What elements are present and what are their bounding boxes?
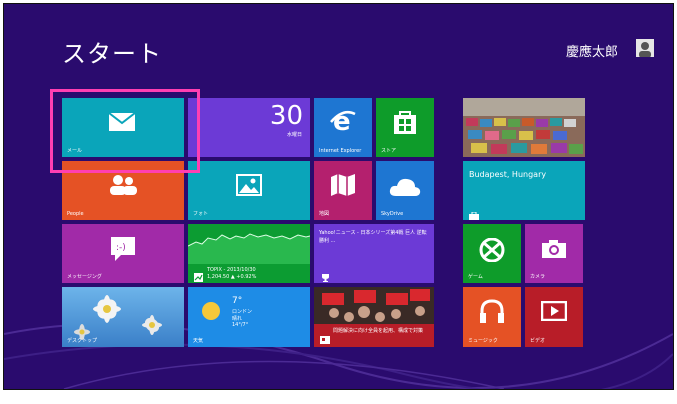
cloud-icon	[389, 177, 421, 201]
suitcase-icon	[469, 205, 479, 220]
tile-label: ゲーム	[468, 274, 483, 280]
camera-icon	[541, 239, 567, 263]
tile-weather[interactable]: 7° ロンドン 晴れ 14°/7° 天気	[188, 287, 310, 347]
tile-label: デスクトップ	[67, 338, 98, 344]
tile-travel[interactable]: Budapest, Hungary	[463, 161, 585, 220]
tile-video[interactable]: ビデオ	[525, 287, 583, 347]
tile-calendar[interactable]: 30 水曜日	[188, 98, 310, 157]
tile-label: ビデオ	[530, 338, 546, 344]
tile-label: Internet Explorer	[319, 148, 362, 154]
tile-skydrive[interactable]: SkyDrive	[376, 161, 434, 220]
tile-label: フォト	[193, 211, 209, 217]
tile-label: SkyDrive	[381, 211, 404, 217]
sports-news-text: Yahoo!ニュース - 日本シリーズ第4戦 巨人 逆転勝利 ...	[319, 230, 427, 244]
svg-text::-): :-)	[116, 243, 126, 253]
trophy-icon	[321, 267, 330, 283]
tile-photos[interactable]: フォト	[188, 161, 310, 220]
tile-photo-mosaic[interactable]	[463, 98, 585, 157]
weather-range: 14°/7°	[232, 322, 249, 328]
calendar-weekday: 水曜日	[286, 132, 302, 138]
start-title: スタート	[62, 40, 162, 68]
xbox-icon	[478, 237, 506, 266]
tile-label: ストア	[381, 148, 397, 154]
user-name[interactable]: 慶應太郎	[566, 41, 618, 60]
store-bag-icon	[393, 109, 417, 139]
news-photo-image	[314, 287, 434, 324]
tile-store[interactable]: ストア	[376, 98, 434, 157]
photo-icon	[236, 174, 262, 200]
finance-chart	[188, 233, 310, 264]
tile-news[interactable]: 問題解決に向け全員を起用、構成で対策	[314, 287, 434, 347]
tile-label: 地図	[319, 211, 330, 217]
mail-tile-highlight-annotation	[50, 89, 200, 173]
weather-condition: 晴れ	[232, 316, 243, 322]
tile-finance[interactable]: TOPIX - 2013/10/30 1,204.50 ▲ +0.92%	[188, 224, 310, 283]
tile-label: People	[67, 211, 84, 217]
newspaper-icon	[320, 330, 330, 347]
news-headline: 問題解決に向け全員を起用、構成で対策	[333, 328, 424, 334]
people-icon	[108, 174, 138, 200]
tile-label: カメラ	[530, 274, 546, 280]
mosaic-image	[463, 98, 585, 157]
tile-camera[interactable]: カメラ	[525, 224, 583, 283]
tile-label: メッセージング	[67, 274, 102, 280]
tile-games[interactable]: ゲーム	[463, 224, 521, 283]
tile-music[interactable]: ミュージック	[463, 287, 521, 347]
ie-icon: e	[330, 107, 356, 138]
tile-desktop[interactable]: デスクトップ	[62, 287, 184, 347]
weather-city: ロンドン	[232, 309, 253, 315]
tile-messaging[interactable]: :-) メッセージング	[62, 224, 184, 283]
tile-label: 天気	[193, 338, 204, 344]
map-icon	[330, 173, 356, 201]
trend-up-icon	[194, 267, 203, 283]
sun-icon	[200, 300, 222, 326]
calendar-day: 30	[269, 101, 303, 131]
video-play-icon	[540, 300, 568, 325]
start-screen: スタート 慶應太郎 メール 30 水曜日 e Internet Explorer…	[3, 3, 674, 390]
headphones-icon	[479, 299, 505, 329]
tile-maps[interactable]: 地図	[314, 161, 372, 220]
tile-sports-news[interactable]: Yahoo!ニュース - 日本シリーズ第4戦 巨人 逆転勝利 ...	[314, 224, 434, 283]
weather-temp: 7°	[232, 296, 243, 306]
travel-destination: Budapest, Hungary	[469, 170, 547, 179]
tile-label: ミュージック	[468, 338, 498, 344]
finance-index-title: TOPIX - 2013/10/30	[207, 267, 256, 273]
messaging-icon: :-)	[110, 236, 136, 266]
tile-ie[interactable]: e Internet Explorer	[314, 98, 372, 157]
user-avatar-icon[interactable]	[636, 39, 654, 57]
finance-index-value: 1,204.50 ▲ +0.92%	[207, 274, 257, 280]
